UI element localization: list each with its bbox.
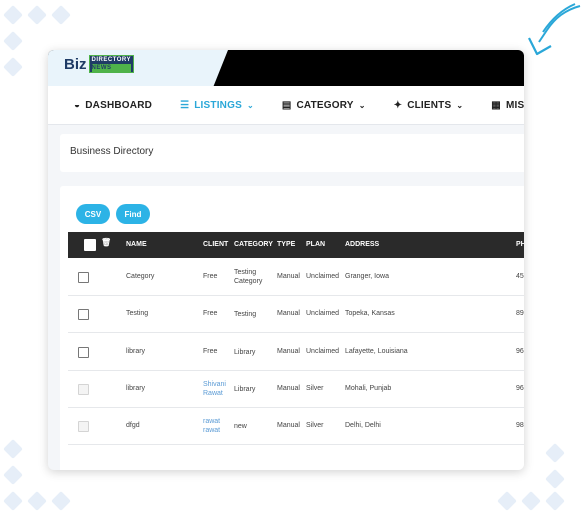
table-row[interactable]: Testing Free Testing Manual Unclaimed Topeka,… <box>68 295 524 334</box>
logo[interactable]: Biz DIRECTORY NEWS <box>64 53 135 75</box>
cell-category: Testing Category <box>234 268 262 286</box>
cell-plan: Unclaimed <box>306 347 340 355</box>
table-row[interactable]: library Shivani Rawat Library Manual Silver M… <box>68 370 524 408</box>
chevron-down-icon: ⌄ <box>358 100 366 110</box>
cell-name: Testing <box>126 310 149 318</box>
table-row[interactable]: Category Free Testing Category Manual Unclaim… <box>68 258 524 296</box>
cell-phone: 96 <box>516 347 524 355</box>
table-row[interactable]: library Free Library Manual Unclaimed Lafayet… <box>68 333 524 371</box>
cell-category: Library <box>234 385 255 394</box>
cell-name: library <box>126 384 146 392</box>
chevron-down-icon: ⌄ <box>246 100 254 110</box>
cell-phone: 98 <box>516 422 524 430</box>
csv-button[interactable]: CSV <box>76 204 110 224</box>
row-checkbox <box>78 383 89 395</box>
cell-category-line: Category <box>234 278 263 285</box>
users-icon: ✦ <box>393 99 403 111</box>
logo-biz-text: Biz <box>64 55 87 73</box>
app-window: Biz DIRECTORY NEWS ◒ DASHBOARD ☰ LISTING… <box>48 50 524 470</box>
cell-name: library <box>126 347 146 355</box>
nav-label: LISTINGS <box>194 99 242 111</box>
cell-type: Manual <box>277 273 300 280</box>
cell-address: Lafayette, Louisiana <box>345 347 408 355</box>
nav-category[interactable]: ▤ CATEGORY ⌄ <box>282 100 366 111</box>
list-icon: ☰ <box>180 99 190 111</box>
cell-plan: Unclaimed <box>306 273 340 280</box>
cell-plan: Silver <box>306 384 324 392</box>
table-row[interactable]: dfgd rawat rawat new Manual Silver Delhi, Del… <box>68 407 524 446</box>
header-phone[interactable]: PH <box>516 241 524 248</box>
nav-miscellaneous[interactable]: ▦ MISCELLAN <box>491 100 524 111</box>
cell-name: Category <box>126 273 155 280</box>
file-icon: ▦ <box>491 99 501 111</box>
page-title: Business Directory <box>70 146 154 157</box>
cell-client[interactable]: Shivani Rawat <box>203 380 231 398</box>
cell-category-line: new <box>234 423 247 431</box>
logo-line1: DIRECTORY <box>91 57 132 63</box>
nav-label: CLIENTS <box>407 99 452 111</box>
main-nav: ◒ DASHBOARD ☰ LISTINGS ⌄ ▤ CATEGORY ⌄ ✦ … <box>48 86 524 125</box>
top-bar: Biz DIRECTORY NEWS <box>48 50 524 86</box>
row-checkbox[interactable] <box>78 272 89 283</box>
nav-label: CATEGORY <box>296 99 354 111</box>
cell-category-line: Testing <box>234 311 257 319</box>
cell-client: Free <box>203 310 218 318</box>
cell-type: Manual <box>277 347 300 355</box>
cell-type: Manual <box>277 310 300 318</box>
cell-client[interactable]: rawat rawat <box>203 417 231 435</box>
cell-category-line: Testing <box>234 269 257 276</box>
row-checkbox[interactable] <box>78 309 89 321</box>
find-button[interactable]: Find <box>116 204 150 224</box>
cell-phone: 89 <box>516 310 524 318</box>
cell-category-line: Library <box>234 348 256 356</box>
header-type[interactable]: TYPE <box>277 241 295 248</box>
cell-category: Testing <box>234 310 256 319</box>
header-plan[interactable]: PLAN <box>306 241 325 248</box>
header-category[interactable]: CATEGORY <box>234 241 273 248</box>
logo-area: Biz DIRECTORY NEWS <box>48 50 228 86</box>
logo-line2: NEWS <box>91 64 132 72</box>
cell-category-line: Library <box>234 385 256 393</box>
cell-client: Free <box>203 347 218 355</box>
nav-dashboard[interactable]: ◒ DASHBOARD <box>74 100 152 111</box>
cell-plan: Silver <box>306 422 324 430</box>
cell-address: Delhi, Delhi <box>345 422 381 430</box>
table-header: 🗑 NAME CLIENT CATEGORY TYPE PLAN ADDRESS… <box>68 232 524 258</box>
cell-phone: 45 <box>516 273 524 280</box>
header-name[interactable]: NAME <box>126 241 147 248</box>
cell-client: Free <box>203 273 218 280</box>
header-client[interactable]: CLIENT <box>203 241 228 248</box>
cell-name: dfgd <box>126 422 140 430</box>
header-address[interactable]: ADDRESS <box>345 241 379 248</box>
cell-category: Library <box>234 348 255 357</box>
category-icon: ▤ <box>281 99 292 111</box>
cell-address: Granger, Iowa <box>345 273 389 280</box>
listings-card: CSV Find 🗑 NAME CLIENT CATEGORY TYPE PLA… <box>60 186 524 470</box>
select-all-checkbox[interactable] <box>84 239 96 251</box>
dashboard-icon: ◒ <box>74 99 81 111</box>
nav-clients[interactable]: ✦ CLIENTS ⌄ <box>394 100 464 111</box>
trash-icon[interactable]: 🗑 <box>101 238 111 247</box>
cell-address: Topeka, Kansas <box>345 310 395 318</box>
cell-phone: 96 <box>516 384 524 392</box>
arrow-doodle-icon <box>528 3 581 56</box>
nav-label: DASHBOARD <box>85 99 153 111</box>
cell-type: Manual <box>277 384 300 392</box>
cell-category: new <box>234 422 247 431</box>
cell-type: Manual <box>277 422 300 430</box>
logo-badge: DIRECTORY NEWS <box>88 55 135 73</box>
cell-plan: Unclaimed <box>306 310 340 318</box>
cell-address: Mohali, Punjab <box>345 384 392 392</box>
row-checkbox <box>78 421 89 433</box>
page-title-card: Business Directory <box>60 134 524 172</box>
nav-listings[interactable]: ☰ LISTINGS ⌄ <box>180 100 254 111</box>
row-checkbox[interactable] <box>78 346 89 358</box>
nav-label: MISCELLAN <box>505 99 524 111</box>
chevron-down-icon: ⌄ <box>456 100 464 110</box>
